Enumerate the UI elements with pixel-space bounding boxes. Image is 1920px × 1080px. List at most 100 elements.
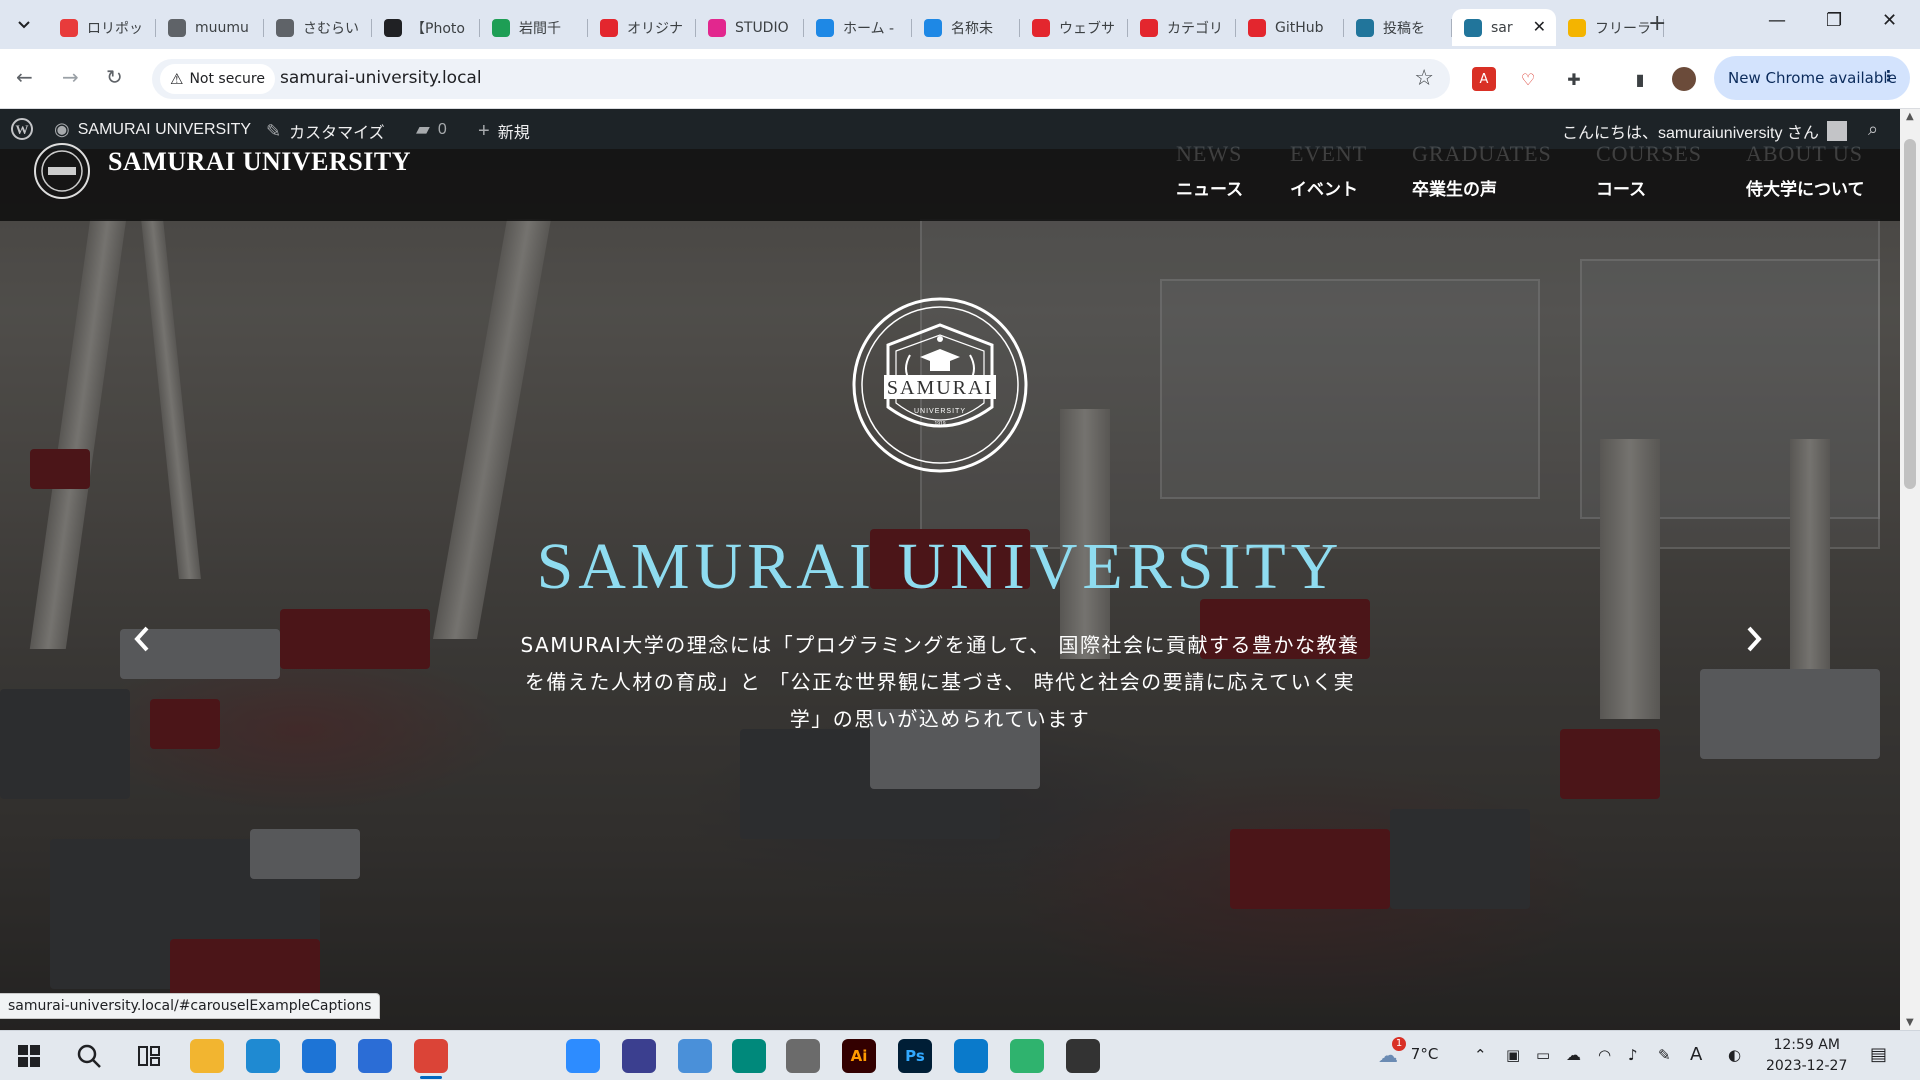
back-button[interactable]: ← xyxy=(16,65,33,89)
carousel-prev-button[interactable] xyxy=(112,609,172,669)
emblem-text: SAMURAI xyxy=(887,377,993,399)
pdf-extension-icon[interactable]: A xyxy=(1472,67,1496,91)
search-button[interactable] xyxy=(72,1039,106,1073)
ime-mode-icon[interactable]: A xyxy=(1690,1044,1702,1065)
chrome-update-button[interactable]: New Chrome available ⋮ xyxy=(1714,56,1910,100)
site-logo[interactable] xyxy=(34,143,90,199)
page-scrollbar[interactable]: ▲ ▼ xyxy=(1900,109,1920,1030)
bookmark-star-icon[interactable]: ☆ xyxy=(1414,66,1434,91)
illustrator-icon[interactable]: Ai xyxy=(842,1039,876,1073)
profile-avatar[interactable] xyxy=(1672,67,1696,91)
scroll-down-icon[interactable]: ▼ xyxy=(1906,1017,1914,1028)
new-content-link[interactable]: + 新規 xyxy=(478,119,530,143)
pocket-extension-icon[interactable]: ♡ xyxy=(1516,67,1540,91)
tab-title: 岩間千 xyxy=(519,20,561,37)
admin-site-name: SAMURAI UNIVERSITY xyxy=(77,120,252,138)
file-explorer-icon[interactable] xyxy=(190,1039,224,1073)
chrome-icon[interactable] xyxy=(414,1039,448,1079)
video-editor-icon[interactable] xyxy=(622,1039,656,1073)
battery-icon[interactable]: ▭ xyxy=(1536,1046,1550,1064)
notification-center-icon[interactable]: ▤ xyxy=(1870,1044,1887,1065)
remote-desktop-icon[interactable] xyxy=(678,1039,712,1073)
photoshop-icon[interactable]: Ps xyxy=(898,1039,932,1073)
browser-tab[interactable]: sar ✕ xyxy=(1452,9,1556,46)
task-view-button[interactable] xyxy=(132,1039,166,1073)
browser-tab[interactable]: カテゴリ xyxy=(1128,9,1236,46)
extensions-puzzle-icon[interactable]: ✚ xyxy=(1562,67,1586,91)
wp-logo-button[interactable]: W xyxy=(10,117,34,141)
browser-tab[interactable]: ロリポッ xyxy=(48,9,156,46)
meet-now-icon[interactable]: ▣ xyxy=(1506,1046,1520,1064)
url-text[interactable]: samurai-university.local xyxy=(280,68,482,88)
browser-tab[interactable]: 岩間千 xyxy=(480,9,588,46)
focus-assist-icon[interactable]: ◐ xyxy=(1728,1046,1741,1064)
tab-title: ホーム - xyxy=(843,20,895,37)
store-icon[interactable] xyxy=(358,1039,392,1073)
browser-tab[interactable]: ウェブサ xyxy=(1020,9,1128,46)
status-bar-link: samurai-university.local/#carouselExampl… xyxy=(0,993,381,1019)
minimize-button[interactable]: — xyxy=(1768,10,1786,31)
mail-icon[interactable] xyxy=(302,1039,336,1073)
svg-text:W: W xyxy=(16,122,29,137)
diamond-app-icon[interactable] xyxy=(1010,1039,1044,1073)
tab-title: 【Photo xyxy=(411,20,465,37)
admin-search-button[interactable]: ⌕ xyxy=(1868,119,1878,140)
site-title[interactable]: SAMURAI UNIVERSITY xyxy=(108,147,411,177)
new-tab-button[interactable]: + xyxy=(1648,13,1666,35)
close-tab-icon[interactable]: ✕ xyxy=(1533,17,1546,36)
onedrive-icon[interactable]: ☁ xyxy=(1566,1046,1581,1064)
browser-tab[interactable]: GitHub xyxy=(1236,9,1344,46)
menu-en-label: GRADUATES xyxy=(1412,141,1552,166)
spiral-icon[interactable] xyxy=(786,1039,820,1073)
menu-ja-label: ニュース xyxy=(1176,180,1244,200)
wifi-icon[interactable]: ◠ xyxy=(1598,1046,1611,1064)
admin-site-name-link[interactable]: ◉ SAMURAI UNIVERSITY xyxy=(54,119,251,140)
windows-taskbar: Ai Ps ☁ 1 7°C ⌃ ▣ ▭ ☁ ◠ ♪ ✎ A ◐ 12:59 AM … xyxy=(0,1030,1920,1080)
tab-search-button[interactable] xyxy=(10,12,38,38)
tab-title: 名称未 xyxy=(951,20,993,37)
reload-button[interactable]: ↻ xyxy=(106,65,123,89)
menu-en-label: EVENT xyxy=(1290,141,1368,166)
address-bar[interactable]: ⚠ Not secure samurai-university.local ☆ xyxy=(152,59,1450,99)
close-window-button[interactable]: ✕ xyxy=(1882,10,1897,31)
canva-icon xyxy=(816,18,834,37)
menu-ja-label: 卒業生の声 xyxy=(1412,180,1497,200)
taskbar-clock[interactable]: 12:59 AM 2023-12-27 xyxy=(1766,1035,1847,1077)
browser-tab[interactable]: ホーム - xyxy=(804,9,912,46)
start-button[interactable] xyxy=(12,1039,46,1073)
customize-link[interactable]: ✎ カスタマイズ xyxy=(266,119,385,143)
browser-tab[interactable]: さむらい xyxy=(264,9,372,46)
comments-link[interactable]: ▰ 0 xyxy=(416,119,447,140)
scrollbar-thumb[interactable] xyxy=(1904,139,1916,489)
globe-icon xyxy=(276,18,294,37)
maximize-button[interactable]: ❐ xyxy=(1826,10,1842,31)
scroll-up-icon[interactable]: ▲ xyxy=(1906,111,1914,122)
browser-tab[interactable]: オリジナ xyxy=(588,9,696,46)
cat-icon xyxy=(384,18,402,37)
zoom-icon[interactable] xyxy=(566,1039,600,1073)
weather-widget[interactable]: ☁ 1 7°C xyxy=(1378,1037,1438,1067)
forward-button[interactable]: → xyxy=(62,65,79,89)
emblem-subtext: UNIVERSITY xyxy=(914,408,966,415)
browser-tab[interactable]: 名称未 xyxy=(912,9,1020,46)
security-indicator[interactable]: ⚠ Not secure xyxy=(160,64,275,94)
carousel-next-button[interactable] xyxy=(1724,609,1784,669)
vscode-icon[interactable] xyxy=(954,1039,988,1073)
tab-title: ロリポッ xyxy=(87,20,143,37)
volume-icon[interactable]: ♪ xyxy=(1628,1046,1638,1064)
tray-overflow-chevron-icon[interactable]: ⌃ xyxy=(1474,1046,1487,1064)
browser-tab[interactable]: 【Photo xyxy=(372,9,480,46)
browser-tab[interactable]: STUDIO xyxy=(696,9,804,46)
browser-tab[interactable]: muumu xyxy=(156,9,264,46)
my-account-link[interactable]: こんにちは、samuraiuniversity さん xyxy=(1562,119,1847,143)
pen-icon[interactable]: ✎ xyxy=(1658,1046,1671,1064)
studio-icon xyxy=(708,18,726,37)
samurai-icon xyxy=(1032,18,1050,37)
edge-icon[interactable] xyxy=(246,1039,280,1073)
line-app-icon[interactable] xyxy=(1066,1039,1100,1073)
search-icon: ⌕ xyxy=(1868,119,1879,139)
side-panel-icon[interactable]: ▮ xyxy=(1628,67,1652,91)
meet-icon[interactable] xyxy=(732,1039,766,1073)
comments-count: 0 xyxy=(437,120,447,138)
browser-tab[interactable]: 投稿を xyxy=(1344,9,1452,46)
